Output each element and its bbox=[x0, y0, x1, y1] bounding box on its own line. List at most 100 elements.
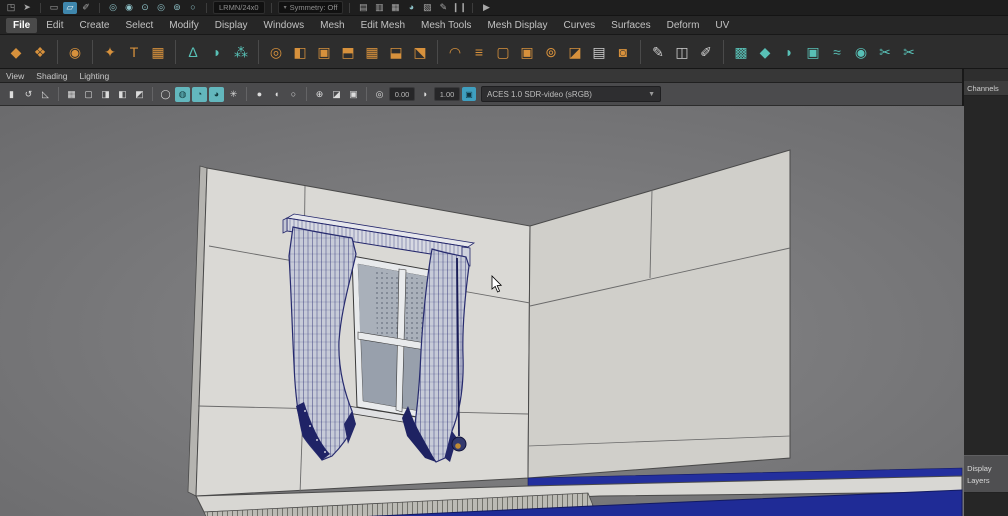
anti-aliasing-icon[interactable]: ▣ bbox=[346, 87, 361, 102]
gamma-icon[interactable]: ◑ bbox=[417, 87, 432, 102]
bevel-icon[interactable]: ⬓ bbox=[385, 40, 407, 64]
motion-blur-icon[interactable]: ◪ bbox=[329, 87, 344, 102]
snap-to-curve-icon[interactable]: ◉ bbox=[122, 2, 136, 14]
shaded-mode-icon[interactable]: ◍ bbox=[175, 87, 190, 102]
menu-item[interactable]: Curves bbox=[556, 18, 602, 33]
pencil-edit-icon[interactable]: ✐ bbox=[695, 40, 717, 64]
text-tool-icon[interactable]: T bbox=[123, 40, 145, 64]
circle-tool-icon[interactable]: ◉ bbox=[64, 40, 86, 64]
color-management-toggle[interactable]: ▣ bbox=[462, 87, 476, 101]
undo-view-icon[interactable]: ↺ bbox=[21, 87, 36, 102]
layer-editor-menu[interactable]: Layers bbox=[967, 476, 1005, 485]
layer-list[interactable] bbox=[964, 493, 1008, 516]
torus-icon[interactable]: ◎ bbox=[265, 40, 287, 64]
cut-faces-icon[interactable]: ✂ bbox=[874, 40, 896, 64]
viewport-3d[interactable] bbox=[0, 106, 962, 516]
uv-editor-icon[interactable]: ◫ bbox=[671, 40, 693, 64]
film-gate-icon[interactable]: ▢ bbox=[81, 87, 96, 102]
layer-editor-tab[interactable]: Display bbox=[967, 464, 1005, 473]
menu-item[interactable]: Mesh Tools bbox=[414, 18, 478, 33]
channel-box-header[interactable]: Channels bbox=[964, 81, 1008, 96]
frame-selection-icon[interactable]: ◺ bbox=[38, 87, 53, 102]
connect-tool-icon[interactable]: ▣ bbox=[802, 40, 824, 64]
multi-cut-icon[interactable]: ◆ bbox=[754, 40, 776, 64]
plane-icon[interactable]: ◧ bbox=[289, 40, 311, 64]
menu-set-icon[interactable]: ◳ bbox=[4, 2, 18, 14]
cube-pair-icon[interactable]: ▣ bbox=[313, 40, 335, 64]
gate-mask-icon[interactable]: ◧ bbox=[115, 87, 130, 102]
screen-space-ao-icon[interactable]: ⊕ bbox=[312, 87, 327, 102]
view-transform-dropdown[interactable]: ACES 1.0 SDR-video (sRGB) ▼ bbox=[481, 86, 661, 102]
grid-toggle-icon[interactable]: ▦ bbox=[64, 87, 79, 102]
paint-bucket-icon[interactable]: ◙ bbox=[612, 40, 634, 64]
menu-item[interactable]: UV bbox=[708, 18, 736, 33]
menu-item[interactable]: Edit Mesh bbox=[354, 18, 412, 33]
textured-mode-icon[interactable]: ◔ bbox=[192, 87, 207, 102]
exposure-field[interactable]: 0.00 bbox=[389, 87, 415, 101]
menu-item[interactable]: Surfaces bbox=[604, 18, 657, 33]
exposure-icon[interactable]: ◎ bbox=[372, 87, 387, 102]
boolean-icon[interactable]: ⬒ bbox=[337, 40, 359, 64]
target-weld-icon[interactable]: ◗ bbox=[778, 40, 800, 64]
lasso-select-icon[interactable]: ▱ bbox=[63, 2, 77, 14]
sphere-arrow-icon[interactable]: ◗ bbox=[206, 40, 228, 64]
render-settings-icon[interactable]: ▧ bbox=[420, 2, 434, 14]
crease-tool-icon[interactable]: ≈ bbox=[826, 40, 848, 64]
xray-mode-icon[interactable]: ◖ bbox=[269, 87, 284, 102]
wire-cube-icon[interactable]: ▢ bbox=[492, 40, 514, 64]
symmetry-dropdown[interactable]: ▾ Symmetry: Off bbox=[278, 1, 344, 14]
pause-icon[interactable]: ❙❙ bbox=[452, 2, 466, 14]
ipr-render-icon[interactable]: ▦ bbox=[388, 2, 402, 14]
panel-menu-item[interactable]: Lighting bbox=[79, 71, 109, 81]
isolate-select-icon[interactable]: ● bbox=[252, 87, 267, 102]
bend-deformer-icon[interactable]: ◠ bbox=[444, 40, 466, 64]
menu-item[interactable]: Mesh Display bbox=[480, 18, 554, 33]
type-numeric-icon[interactable]: ▦ bbox=[147, 40, 169, 64]
resolution-gate-icon[interactable]: ◨ bbox=[98, 87, 113, 102]
snap-to-point-icon[interactable]: ⊙ bbox=[138, 2, 152, 14]
split-mesh-icon[interactable]: ✂ bbox=[898, 40, 920, 64]
wireframe-on-shaded-icon[interactable]: ○ bbox=[286, 87, 301, 102]
select-by-hierarchy-icon[interactable]: ▭ bbox=[47, 2, 61, 14]
flask-icon[interactable]: Δ bbox=[182, 40, 204, 64]
lights-mode-icon[interactable]: ◕ bbox=[209, 87, 224, 102]
panel-menu-item[interactable]: Shading bbox=[36, 71, 67, 81]
shadows-toggle-icon[interactable]: ✳ bbox=[226, 87, 241, 102]
menu-item[interactable]: Deform bbox=[660, 18, 707, 33]
status-field[interactable]: LRMN/24x0 bbox=[213, 1, 265, 14]
wireframe-mode-icon[interactable]: ◯ bbox=[158, 87, 173, 102]
star-primitive-icon[interactable]: ✦ bbox=[99, 40, 121, 64]
channel-box-body[interactable] bbox=[964, 96, 1008, 455]
menu-item[interactable]: Modify bbox=[162, 18, 205, 33]
menu-item[interactable]: Display bbox=[208, 18, 255, 33]
scatter-icon[interactable]: ⁂ bbox=[230, 40, 252, 64]
fold-plane-icon[interactable]: ◪ bbox=[564, 40, 586, 64]
quad-draw-icon[interactable]: ▩ bbox=[730, 40, 752, 64]
menu-item[interactable]: Select bbox=[118, 18, 160, 33]
menu-item[interactable]: Edit bbox=[39, 18, 70, 33]
torus-front-icon[interactable]: ⊚ bbox=[540, 40, 562, 64]
menu-item[interactable]: File bbox=[6, 18, 37, 33]
open-render-view-icon[interactable]: ▤ bbox=[356, 2, 370, 14]
cluster-icon[interactable]: ❖ bbox=[29, 40, 51, 64]
image-frame-icon[interactable]: ▤ bbox=[588, 40, 610, 64]
gamma-field[interactable]: 1.00 bbox=[434, 87, 460, 101]
panel-menu-item[interactable]: View bbox=[6, 71, 24, 81]
combine-icon[interactable]: ▦ bbox=[361, 40, 383, 64]
curve-diamond-icon[interactable]: ◆ bbox=[5, 40, 27, 64]
menu-item[interactable]: Windows bbox=[257, 18, 312, 33]
field-chart-icon[interactable]: ◩ bbox=[132, 87, 147, 102]
menu-item[interactable]: Create bbox=[72, 18, 116, 33]
snap-projected-center-icon[interactable]: ◎ bbox=[154, 2, 168, 14]
slide-edge-icon[interactable]: ≡ bbox=[468, 40, 490, 64]
select-camera-icon[interactable]: ▮ bbox=[4, 87, 19, 102]
paint-select-icon[interactable]: ✐ bbox=[79, 2, 93, 14]
render-online-icon[interactable]: ◕ bbox=[404, 2, 418, 14]
play-icon[interactable]: ▶ bbox=[479, 2, 493, 14]
make-live-icon[interactable]: ○ bbox=[186, 2, 200, 14]
knife-tool-icon[interactable]: ✎ bbox=[647, 40, 669, 64]
pointer-tool-icon[interactable]: ➤ bbox=[20, 2, 34, 14]
snap-to-grid-icon[interactable]: ◎ bbox=[106, 2, 120, 14]
hypershade-icon[interactable]: ✎ bbox=[436, 2, 450, 14]
render-current-frame-icon[interactable]: ▥ bbox=[372, 2, 386, 14]
